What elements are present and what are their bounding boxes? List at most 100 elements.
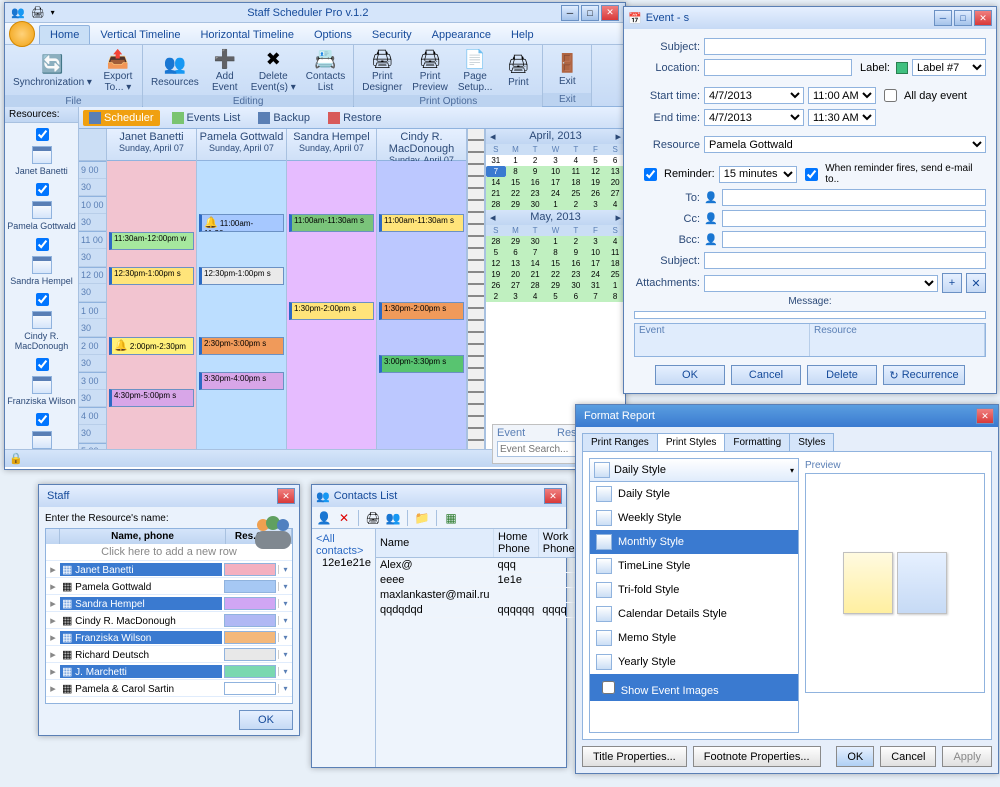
resource-checkbox[interactable] (36, 358, 49, 371)
ribbon-print-button[interactable]: 🖨PrintDesigner (358, 45, 406, 95)
delete-contact-icon[interactable]: ✕ (336, 510, 352, 526)
scheduler-column[interactable]: Sandra HempelSunday, April 0711:00am-11:… (287, 129, 377, 449)
event-ok-button[interactable]: OK (655, 365, 725, 385)
staff-row[interactable]: ▸▦ Richard Deutsch▾ (46, 646, 292, 663)
calendar-day[interactable]: 11 (566, 166, 586, 177)
subject-input[interactable] (704, 38, 986, 55)
staff-row[interactable]: ▸▦ Sandra Hempel▾ (46, 595, 292, 612)
staff-row[interactable]: ▸▦ Cindy R. MacDonough▾ (46, 612, 292, 629)
calendar-day[interactable]: 31 (486, 155, 506, 166)
end-time-select[interactable]: 11:30 AM (808, 109, 876, 126)
tab-help[interactable]: Help (501, 26, 544, 44)
attach-remove-button[interactable]: ✕ (966, 273, 986, 293)
scheduler-event[interactable]: 🔔 11:00am-11:30am (199, 214, 284, 232)
calendar-day[interactable]: 24 (545, 188, 566, 199)
email-subject-input[interactable] (704, 252, 986, 269)
calendar-day[interactable]: 8 (506, 166, 526, 177)
calendar-day[interactable]: 14 (486, 177, 506, 188)
contacts-icon[interactable]: 👤 (704, 212, 718, 225)
dropdown-icon[interactable]: ▾ (278, 684, 292, 693)
reminder-email-checkbox[interactable] (805, 168, 818, 181)
calendar-day[interactable]: 30 (525, 199, 545, 210)
scheduler-event[interactable]: 11:00am-11:30am s (289, 214, 374, 232)
tab-security[interactable]: Security (362, 26, 422, 44)
scheduler-column[interactable]: Janet BanettiSunday, April 0711:30am-12:… (107, 129, 197, 449)
staff-ok-button[interactable]: OK (239, 710, 293, 730)
calendar-day[interactable]: 12 (586, 166, 606, 177)
ribbon-add-button[interactable]: ➕AddEvent (205, 45, 245, 95)
tab-styles[interactable]: Styles (789, 433, 834, 451)
calendar-day[interactable]: 28 (486, 199, 506, 210)
calendar-day[interactable]: 29 (506, 199, 526, 210)
scheduler-grid[interactable]: 9 003010 003011 003012 00301 00302 00303… (79, 129, 625, 449)
add-contact-icon[interactable]: 👤 (316, 510, 332, 526)
scheduler-event[interactable]: 2:30pm-3:00pm s (199, 337, 284, 355)
calendar-day[interactable]: 3 (545, 155, 566, 166)
calendar-day[interactable]: 24 (586, 269, 606, 280)
viewtab-restore[interactable]: Restore (322, 110, 388, 126)
resource-item[interactable]: Cindy R. MacDonough (5, 288, 78, 353)
scheduler-event[interactable]: 3:30pm-4:00pm s (199, 372, 284, 390)
calendar-day[interactable]: 10 (586, 247, 606, 258)
start-time-select[interactable]: 11:00 AM (808, 87, 876, 104)
viewtab-scheduler[interactable]: Scheduler (83, 110, 160, 126)
calendar-day[interactable]: 21 (486, 188, 506, 199)
qat-people-icon[interactable]: 👥 (11, 6, 25, 19)
calendar-day[interactable]: 19 (486, 269, 506, 280)
to-input[interactable] (722, 189, 986, 206)
attach-add-button[interactable]: + (942, 273, 962, 293)
contacts-close[interactable]: ✕ (544, 488, 562, 504)
tab-print-styles[interactable]: Print Styles (657, 433, 726, 451)
tool-icon[interactable]: 👥 (385, 510, 401, 526)
calendar-day[interactable]: 19 (586, 177, 606, 188)
dropdown-icon[interactable]: ▾ (278, 565, 292, 574)
style-item[interactable]: Tri-fold Style (590, 578, 798, 602)
staff-row[interactable]: ▸▦ Franziska Wilson▾ (46, 629, 292, 646)
tab-formatting[interactable]: Formatting (724, 433, 790, 451)
staff-row[interactable]: ▸▦ J. Marchetti▾ (46, 663, 292, 680)
style-item[interactable]: Weekly Style (590, 506, 798, 530)
month-header[interactable]: ◂April, 2013▸ (486, 129, 625, 144)
calendar-day[interactable]: 12 (486, 258, 506, 269)
staff-row[interactable]: ▸▦ Pamela & Carol Sartin▾ (46, 680, 292, 697)
bcc-input[interactable] (722, 231, 986, 248)
calendar-day[interactable]: 7 (525, 247, 545, 258)
calendar-day[interactable]: 3 (586, 236, 606, 247)
calendar-day[interactable]: 17 (586, 258, 606, 269)
qat-dropdown-icon[interactable]: ▾ (51, 8, 55, 17)
calendar-day[interactable]: 5 (486, 247, 506, 258)
dropdown-icon[interactable]: ▾ (278, 633, 292, 642)
contacts-icon[interactable]: 👤 (704, 233, 718, 246)
calendar-day[interactable]: 29 (506, 236, 526, 247)
folder-icon[interactable]: 📁 (414, 510, 430, 526)
scheduler-column[interactable]: Pamela GottwaldSunday, April 07🔔 11:00am… (197, 129, 287, 449)
format-close[interactable]: ✕ (976, 408, 994, 424)
scheduler-column[interactable]: Cindy R. MacDonoughSunday, April 0711:00… (377, 129, 467, 449)
close-button[interactable]: ✕ (601, 5, 619, 21)
calendar-day[interactable]: 22 (545, 269, 566, 280)
staff-grid[interactable]: Name, phone Res.Color Click here to add … (45, 528, 293, 704)
calendar-day[interactable]: 28 (486, 236, 506, 247)
dropdown-icon[interactable]: ▾ (278, 616, 292, 625)
staff-addrow[interactable]: Click here to add a new row (101, 546, 237, 558)
resource-item[interactable]: Janet Banetti (5, 123, 78, 178)
event-maximize[interactable]: □ (954, 10, 972, 26)
resource-checkbox[interactable] (36, 238, 49, 251)
calendar-day[interactable]: 5 (586, 155, 606, 166)
calendar-day[interactable]: 22 (506, 188, 526, 199)
tab-print-ranges[interactable]: Print Ranges (582, 433, 658, 451)
calendar-day[interactable]: 1 (545, 199, 566, 210)
resource-item[interactable]: Pamela Gottwald (5, 178, 78, 233)
calendar-day[interactable]: 26 (586, 188, 606, 199)
contacts-icon[interactable]: 👤 (704, 191, 718, 204)
ribbon-exit-button[interactable]: 🚪Exit (547, 50, 587, 89)
resource-checkbox[interactable] (36, 293, 49, 306)
contacts-list[interactable]: Name Home Phone Work Phone Alex@qqqeeee1… (376, 529, 580, 767)
calendar-day[interactable]: 4 (525, 291, 545, 302)
ribbon-print-button[interactable]: 🖨Print (498, 51, 538, 90)
title-properties-button[interactable]: Title Properties... (582, 746, 687, 767)
tab-appearance[interactable]: Appearance (422, 26, 501, 44)
tool-icon[interactable]: 🖨 (365, 510, 381, 526)
dropdown-icon[interactable]: ▾ (278, 599, 292, 608)
show-images-checkbox[interactable] (602, 681, 615, 694)
